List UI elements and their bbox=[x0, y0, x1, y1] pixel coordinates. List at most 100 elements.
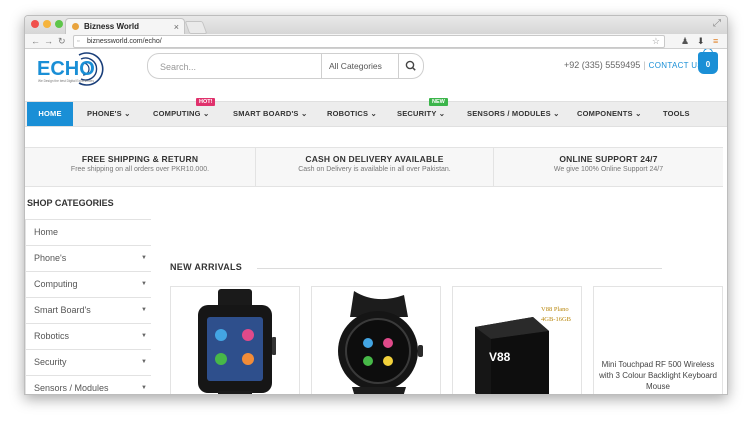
menu-item-sensors-modules[interactable]: SENSORS / MODULES ⌄ bbox=[467, 102, 560, 126]
back-icon[interactable]: ← bbox=[31, 34, 40, 48]
category-label: Smart Board's bbox=[34, 305, 91, 315]
caret-down-icon[interactable]: ▼ bbox=[141, 350, 147, 375]
menu-icon[interactable]: ≡ bbox=[713, 35, 718, 47]
menu-label: SENSORS / MODULES bbox=[467, 109, 551, 118]
feature-subtitle: Cash on Delivery is available in all ove… bbox=[298, 166, 451, 173]
smartwatch-image bbox=[198, 289, 276, 394]
cart-icon[interactable]: 0 bbox=[698, 49, 718, 74]
menu-label: HOME bbox=[38, 109, 62, 118]
menu-label: PHONE'S bbox=[87, 109, 122, 118]
url-text: biznessworld.com/echo/ bbox=[87, 38, 162, 45]
favicon-icon bbox=[72, 23, 79, 30]
feature-title: ONLINE SUPPORT 24/7 bbox=[559, 154, 658, 164]
category-select[interactable]: All Categories bbox=[321, 54, 399, 78]
tv-box-image: V88 V88 Plano 4GB-16GB bbox=[475, 306, 572, 394]
box-label: V88 bbox=[489, 350, 511, 364]
category-item-smart-boards[interactable]: Smart Board's ▼ bbox=[25, 297, 151, 323]
feature-title: CASH ON DELIVERY AVAILABLE bbox=[305, 154, 444, 164]
category-label: Phone's bbox=[34, 253, 67, 263]
address-bar[interactable]: ▫ biznessworld.com/echo/ ☆ bbox=[73, 35, 665, 48]
maximize-window-icon[interactable] bbox=[55, 20, 63, 28]
web-page: ECHO We Design the best Digital Experien… bbox=[25, 49, 727, 394]
menu-label: TOOLS bbox=[663, 109, 690, 118]
chevron-down-icon: ⌄ bbox=[124, 109, 131, 118]
chevron-down-icon: ⌄ bbox=[300, 109, 308, 118]
search-icon bbox=[405, 60, 416, 71]
contact-us-link[interactable]: CONTACT US bbox=[649, 61, 703, 70]
category-label: Computing bbox=[34, 279, 78, 289]
search-button[interactable] bbox=[398, 54, 423, 78]
page-info-icon[interactable]: ▫ bbox=[77, 36, 79, 47]
round-smartwatch-image bbox=[338, 291, 423, 394]
new-tab-button[interactable] bbox=[184, 21, 208, 34]
caret-down-icon[interactable]: ▼ bbox=[141, 246, 147, 271]
browser-titlebar: Bizness World × ⤢ bbox=[25, 16, 727, 35]
reload-icon[interactable]: ↻ bbox=[58, 34, 66, 48]
bookmark-star-icon[interactable]: ☆ bbox=[652, 36, 660, 47]
main-menu: HOME PHONE'S ⌄ COMPUTING ⌄ SMART BOARD'S… bbox=[25, 101, 727, 127]
menu-item-robotics[interactable]: ROBOTICS ⌄ bbox=[327, 102, 377, 126]
menu-label: ROBOTICS bbox=[327, 109, 369, 118]
cart-count: 0 bbox=[705, 60, 711, 69]
menu-item-smart-boards[interactable]: SMART BOARD'S ⌄ bbox=[233, 102, 307, 126]
new-badge: NEW bbox=[429, 98, 448, 106]
logo-tagline: We Design the best Digital Experiences bbox=[38, 79, 94, 83]
echo-logo-icon: ECHO We Design the best Digital Experien… bbox=[37, 52, 104, 86]
category-item-robotics[interactable]: Robotics ▼ bbox=[25, 323, 151, 349]
download-icon[interactable]: ⬇ bbox=[697, 35, 705, 47]
category-label: Home bbox=[34, 227, 59, 237]
menu-item-tools[interactable]: TOOLS bbox=[663, 102, 690, 126]
minimize-window-icon[interactable] bbox=[43, 20, 51, 28]
chevron-down-icon: ⌄ bbox=[635, 109, 642, 118]
category-label: Security bbox=[34, 357, 67, 367]
menu-label: COMPONENTS bbox=[577, 109, 633, 118]
heading-divider bbox=[257, 268, 662, 269]
features-bar: FREE SHIPPING & RETURN Free shipping on … bbox=[25, 147, 723, 187]
product-card[interactable] bbox=[170, 286, 300, 394]
fullscreen-icon[interactable]: ⤢ bbox=[713, 18, 721, 29]
site-logo[interactable]: ECHO We Design the best Digital Experien… bbox=[35, 51, 113, 92]
caret-down-icon[interactable]: ▼ bbox=[141, 298, 147, 323]
chevron-down-icon: ⌄ bbox=[370, 109, 377, 118]
feature-online-support: ONLINE SUPPORT 24/7 We give 100% Online … bbox=[494, 148, 723, 186]
shop-categories-title: SHOP CATEGORIES bbox=[27, 198, 114, 208]
logo-text: ECHO bbox=[37, 58, 95, 80]
search-bar: All Categories bbox=[147, 53, 424, 79]
category-item-security[interactable]: Security ▼ bbox=[25, 349, 151, 375]
caret-down-icon[interactable]: ▼ bbox=[141, 272, 147, 297]
search-input[interactable] bbox=[158, 58, 312, 76]
category-label: Robotics bbox=[34, 331, 70, 341]
browser-toolbar: ← → ↻ ▫ biznessworld.com/echo/ ☆ ♟ ⬇ ≡ bbox=[25, 34, 727, 49]
box-badge: V88 Plano bbox=[541, 306, 569, 313]
browser-window: Bizness World × ⤢ ← → ↻ ▫ biznessworld.c… bbox=[24, 15, 728, 395]
caret-down-icon[interactable]: ▼ bbox=[141, 376, 147, 394]
menu-label: COMPUTING bbox=[153, 109, 201, 118]
menu-item-home[interactable]: HOME bbox=[27, 102, 73, 126]
caret-down-icon[interactable]: ▼ bbox=[141, 324, 147, 349]
category-item-home[interactable]: Home bbox=[25, 219, 151, 245]
hot-badge: HOT! bbox=[196, 98, 216, 106]
extension-icon[interactable]: ♟ bbox=[681, 35, 689, 47]
feature-cash-on-delivery: CASH ON DELIVERY AVAILABLE Cash on Deliv… bbox=[256, 148, 493, 186]
product-card[interactable] bbox=[311, 286, 441, 394]
forward-icon[interactable]: → bbox=[44, 34, 53, 48]
product-card[interactable]: V88 V88 Plano 4GB-16GB bbox=[452, 286, 582, 394]
feature-title: FREE SHIPPING & RETURN bbox=[81, 154, 199, 164]
category-item-phones[interactable]: Phone's ▼ bbox=[25, 245, 151, 271]
category-item-sensors-modules[interactable]: Sensors / Modules ▼ bbox=[25, 375, 151, 394]
product-card[interactable]: Mini Touchpad RF 500 Wireless with 3 Col… bbox=[593, 286, 723, 394]
category-label: Sensors / Modules bbox=[34, 383, 109, 393]
chevron-down-icon: ⌄ bbox=[553, 109, 560, 118]
chevron-down-icon: ⌄ bbox=[438, 109, 446, 118]
category-item-computing[interactable]: Computing ▼ bbox=[25, 271, 151, 297]
chevron-down-icon: ⌄ bbox=[202, 109, 210, 118]
menu-label: SMART BOARD'S bbox=[233, 109, 299, 118]
product-title[interactable]: Mini Touchpad RF 500 Wireless with 3 Col… bbox=[594, 359, 722, 392]
browser-tab[interactable]: Bizness World × bbox=[65, 18, 185, 35]
close-window-icon[interactable] bbox=[31, 20, 39, 28]
new-arrivals-heading: NEW ARRIVALS bbox=[170, 262, 243, 272]
menu-item-components[interactable]: COMPONENTS ⌄ bbox=[577, 102, 642, 126]
feature-free-shipping: FREE SHIPPING & RETURN Free shipping on … bbox=[25, 148, 255, 186]
close-tab-icon[interactable]: × bbox=[174, 19, 179, 35]
menu-item-phones[interactable]: PHONE'S ⌄ bbox=[87, 102, 131, 126]
